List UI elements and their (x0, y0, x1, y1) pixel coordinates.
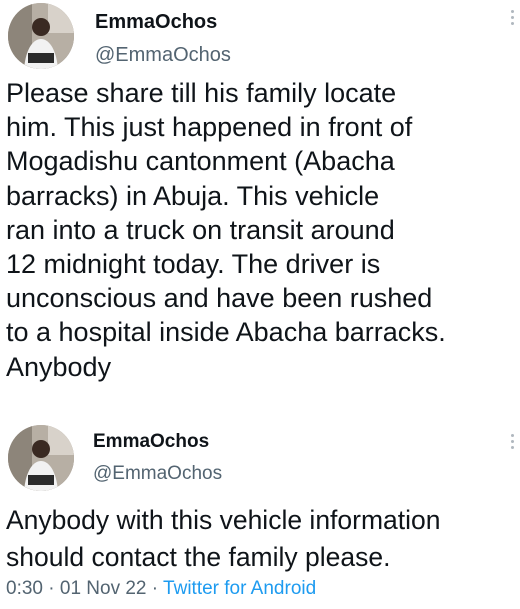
meta-separator: · (151, 578, 159, 599)
meta-separator: · (48, 578, 55, 599)
avatar-photo (8, 3, 74, 69)
display-name[interactable]: EmmaOchos (93, 431, 209, 453)
tweet-time: 0:30 (6, 578, 43, 599)
more-options-icon[interactable] (508, 10, 516, 25)
avatar[interactable] (8, 3, 74, 69)
user-handle[interactable]: @EmmaOchos (95, 44, 231, 67)
tweet-meta: 0:30 · 01 Nov 22 · Twitter for Android (6, 578, 316, 600)
avatar-photo (8, 425, 74, 491)
tweet-source-link[interactable]: Twitter for Android (163, 578, 316, 599)
more-options-icon[interactable] (508, 434, 516, 449)
user-handle[interactable]: @EmmaOchos (93, 463, 222, 485)
avatar[interactable] (8, 425, 74, 491)
display-name[interactable]: EmmaOchos (95, 11, 217, 34)
tweet-date: 01 Nov 22 (59, 578, 147, 599)
tweet-text: Please share till his family locate him.… (6, 78, 446, 382)
tweet-text: Anybody with this vehicle information sh… (6, 505, 441, 572)
